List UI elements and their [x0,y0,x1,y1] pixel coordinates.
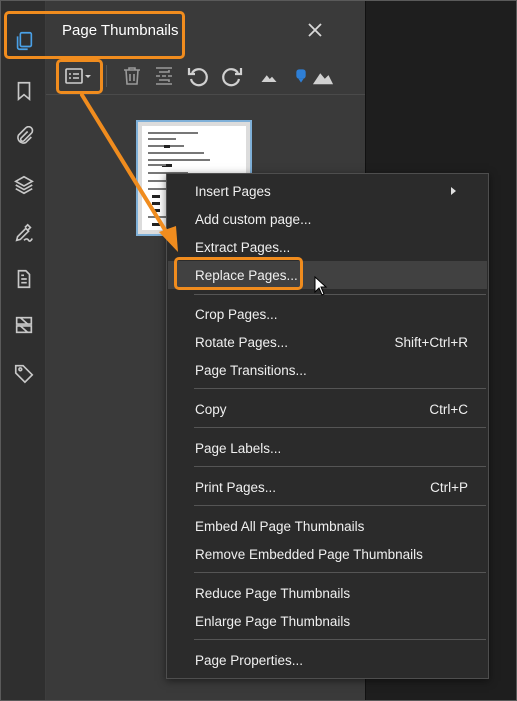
menu-item-shortcut: Shift+Ctrl+R [394,334,468,350]
menu-separator [194,388,486,389]
menu-item-label: Page Transitions... [195,362,307,378]
rail-signatures[interactable] [1,213,46,253]
menu-item-insert-pages[interactable]: Insert Pages [168,177,487,205]
layers-icon [13,175,34,195]
menu-item-label: Copy [195,401,227,417]
menu-item-reduce-thumbnails[interactable]: Reduce Page Thumbnails [168,579,487,607]
close-panel-button[interactable] [304,19,326,41]
zoom-in-icon [312,73,334,85]
menu-item-label: Crop Pages... [195,306,278,322]
rotate-ccw-button[interactable] [184,61,212,91]
signature-icon [15,223,33,242]
menu-item-label: Remove Embedded Page Thumbnails [195,546,423,562]
zoom-slider[interactable] [290,61,312,91]
menu-item-page-labels[interactable]: Page Labels... [168,434,487,462]
rotate-cw-icon [222,68,243,87]
attachment-icon [16,126,33,144]
highlight-panel-title [4,11,185,59]
menu-item-label: Print Pages... [195,479,277,495]
submenu-arrow-icon [451,187,456,195]
menu-separator [194,294,486,295]
menu-item-label: Add custom page... [195,211,312,227]
tag-icon [14,364,33,384]
menu-item-remove-embedded-thumbnails[interactable]: Remove Embedded Page Thumbnails [168,540,487,568]
menu-item-label: Reduce Page Thumbnails [195,585,351,601]
menu-item-shortcut: Ctrl+P [430,479,468,495]
menu-item-rotate-pages[interactable]: Rotate Pages... Shift+Ctrl+R [168,328,487,356]
zoom-out-icon [261,75,277,82]
menu-item-enlarge-thumbnails[interactable]: Enlarge Page Thumbnails [168,607,487,635]
rail-bookmarks[interactable] [1,71,46,111]
zoom-slider-icon [296,69,306,83]
rotate-ccw-icon [187,68,208,87]
bookmark-icon [17,81,30,102]
delete-button[interactable] [118,61,146,91]
compare-icon [15,316,32,334]
menu-separator [194,639,486,640]
delete-icon [124,67,140,85]
menu-item-add-custom-page[interactable]: Add custom page... [168,205,487,233]
highlight-options-button [56,59,103,94]
highlight-replace-pages [174,257,303,290]
rotate-cw-button[interactable] [218,61,246,91]
menu-item-label: Page Properties... [195,652,304,668]
left-rail [1,1,46,700]
menu-item-label: Extract Pages... [195,239,291,255]
menu-item-page-transitions[interactable]: Page Transitions... [168,356,487,384]
document-icon [17,269,30,289]
rail-compare[interactable] [1,305,46,345]
rail-tags[interactable] [1,353,46,393]
insert-page-button[interactable] [150,61,178,91]
rail-attachments[interactable] [1,117,46,157]
rail-document[interactable] [1,259,46,299]
menu-item-label: Embed All Page Thumbnails [195,518,365,534]
toolbar-separator [106,65,107,87]
zoom-in-button[interactable] [312,61,334,91]
menu-item-label: Page Labels... [195,440,282,456]
menu-separator [194,505,486,506]
menu-item-page-properties[interactable]: Page Properties... [168,646,487,674]
menu-item-crop-pages[interactable]: Crop Pages... [168,300,487,328]
menu-item-label: Insert Pages [195,183,271,199]
menu-separator [194,572,486,573]
menu-separator [194,427,486,428]
menu-item-copy[interactable]: Copy Ctrl+C [168,395,487,423]
menu-item-label: Rotate Pages... [195,334,289,350]
menu-item-print-pages[interactable]: Print Pages... Ctrl+P [168,473,487,501]
zoom-out-button[interactable] [258,61,280,91]
menu-item-embed-thumbnails[interactable]: Embed All Page Thumbnails [168,512,487,540]
menu-item-label: Enlarge Page Thumbnails [195,613,351,629]
context-menu: Insert Pages Add custom page... Extract … [166,173,489,679]
menu-item-shortcut: Ctrl+C [429,401,468,417]
insert-page-icon [156,67,172,85]
menu-separator [194,466,486,467]
mouse-cursor-icon [314,276,328,296]
rail-layers[interactable] [1,165,46,205]
close-icon [308,23,322,37]
